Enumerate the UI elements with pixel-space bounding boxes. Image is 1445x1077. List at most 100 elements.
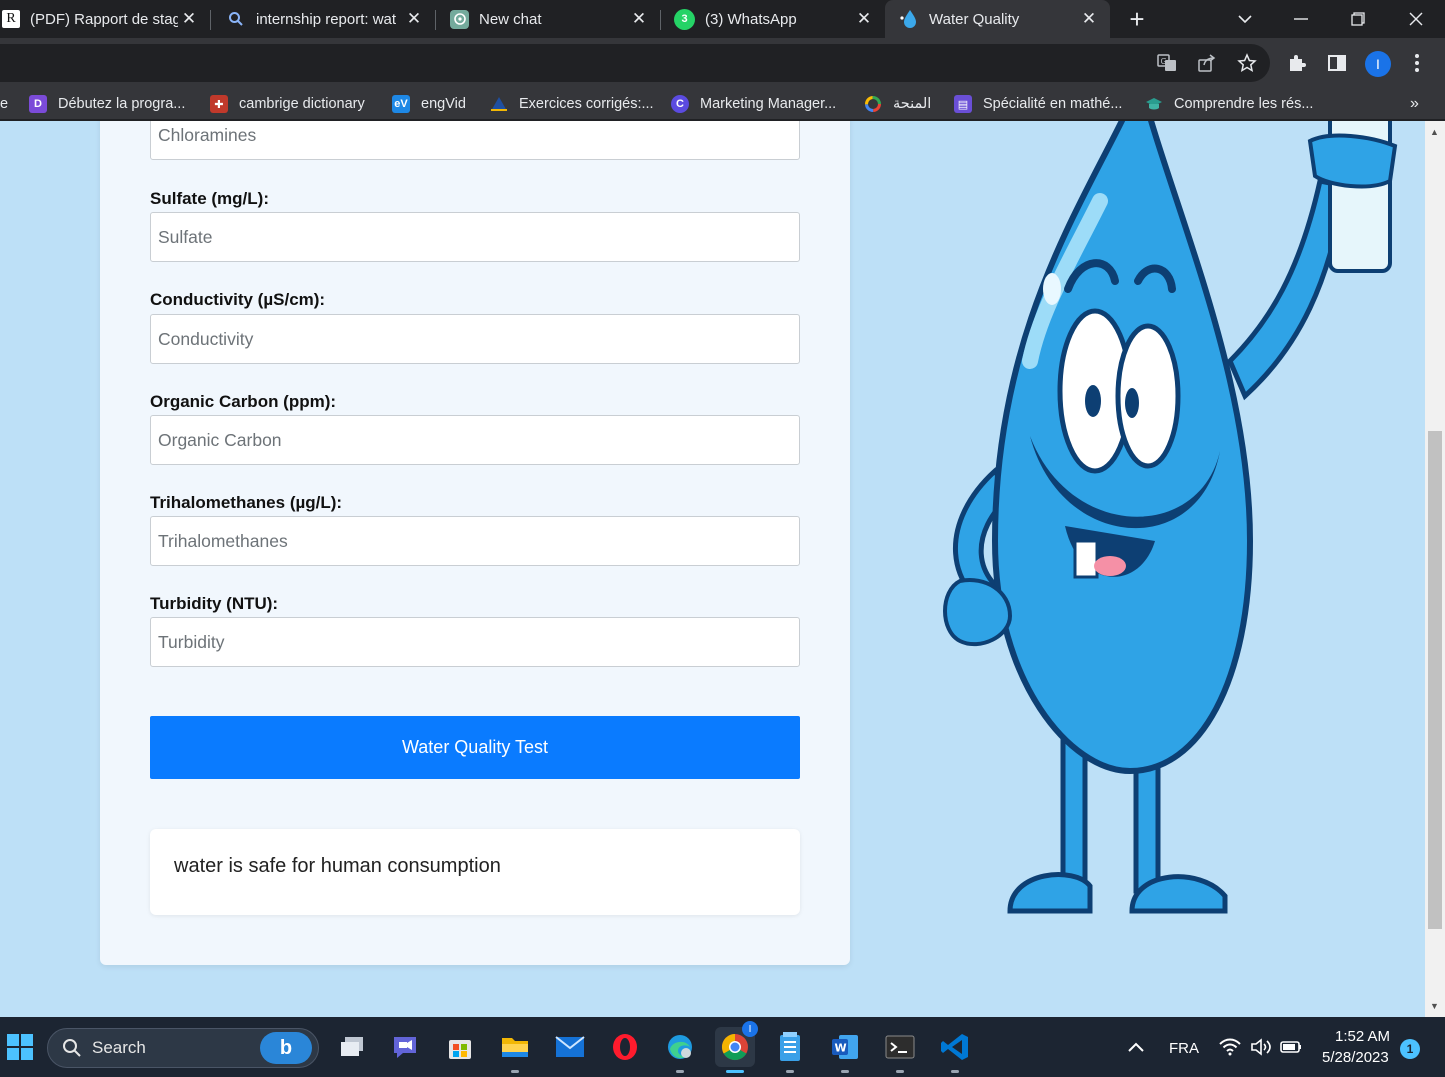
bookmark-label: Spécialité en mathé...	[983, 96, 1123, 112]
microsoft-store-icon[interactable]	[440, 1027, 480, 1067]
extensions-puzzle-icon[interactable]	[1285, 51, 1309, 75]
bookmark-star-icon[interactable]	[1235, 51, 1259, 75]
tab-internship-search[interactable]: internship report: wat ✕	[212, 0, 436, 38]
openclassrooms-icon: D	[29, 95, 47, 113]
web-page: Sulfate (mg/L): Conductivity (µS/cm): Or…	[0, 121, 1425, 1017]
tab-title: internship report: wat	[256, 10, 397, 28]
bookmark-item[interactable]: ✚ cambrige dictionary	[210, 94, 365, 114]
close-tab-icon[interactable]: ✕	[1078, 9, 1100, 29]
kebab-menu-icon[interactable]	[1405, 51, 1429, 75]
bing-icon[interactable]: b	[260, 1032, 312, 1064]
running-indicator	[896, 1070, 904, 1073]
water-quality-test-button[interactable]: Water Quality Test	[150, 716, 800, 779]
scrollbar-thumb[interactable]	[1428, 431, 1442, 929]
file-explorer-icon[interactable]	[495, 1027, 535, 1067]
bookmark-item[interactable]: Exercices corrigés:...	[490, 94, 654, 114]
stack-icon: ▤	[954, 95, 972, 113]
restore-button[interactable]	[1330, 0, 1386, 38]
close-tab-icon[interactable]: ✕	[178, 9, 200, 29]
running-indicator	[676, 1070, 684, 1073]
close-tab-icon[interactable]: ✕	[403, 9, 425, 29]
edge-icon[interactable]	[660, 1027, 700, 1067]
bookmark-label: e	[0, 96, 9, 112]
bookmark-item[interactable]: ▤ Spécialité en mathé...	[954, 94, 1122, 114]
bookmark-item[interactable]: المنحة	[864, 94, 931, 114]
tab-water-quality[interactable]: Water Quality ✕	[885, 0, 1110, 38]
turbidity-input[interactable]	[150, 617, 800, 667]
sulfate-label: Sulfate (mg/L):	[150, 189, 269, 208]
bookmark-label: Marketing Manager...	[700, 96, 837, 112]
translate-icon[interactable]: G	[1155, 51, 1179, 75]
chloramines-input[interactable]	[150, 121, 800, 160]
profile-avatar[interactable]: I	[1365, 51, 1391, 77]
svg-text:G: G	[1161, 57, 1167, 66]
bookmark-label: Comprendre les rés...	[1174, 96, 1314, 112]
notification-badge[interactable]: 1	[1400, 1039, 1420, 1059]
trihalomethanes-label: Trihalomethanes (µg/L):	[150, 493, 343, 512]
bookmark-item[interactable]: eV engVid	[392, 94, 466, 114]
bookmark-item[interactable]: Comprendre les rés...	[1145, 94, 1313, 114]
bookmark-item[interactable]: D Débutez la progra...	[29, 94, 185, 114]
new-tab-button[interactable]: +	[1122, 4, 1152, 34]
side-panel-icon[interactable]	[1325, 51, 1349, 75]
notepad-icon[interactable]	[770, 1027, 810, 1067]
trihalomethanes-input[interactable]	[150, 516, 800, 566]
share-icon[interactable]	[1195, 51, 1219, 75]
clock-time[interactable]: 1:52 AM	[1335, 1028, 1390, 1045]
tab-pdf-rapport[interactable]: R (PDF) Rapport de stag ✕	[0, 0, 211, 38]
search-icon	[63, 1039, 81, 1057]
opera-icon[interactable]	[605, 1027, 645, 1067]
scroll-down-icon[interactable]: ▼	[1430, 1001, 1439, 1011]
address-bar[interactable]	[0, 44, 1270, 82]
running-indicator	[511, 1070, 519, 1073]
conductivity-label: Conductivity (µS/cm):	[150, 290, 326, 309]
graduation-cap-icon	[1145, 95, 1163, 113]
vscode-icon[interactable]	[935, 1027, 975, 1067]
teams-chat-icon[interactable]	[385, 1027, 425, 1067]
terminal-icon[interactable]	[880, 1027, 920, 1067]
task-view-icon[interactable]	[332, 1027, 372, 1067]
page-scrollbar[interactable]: ▲ ▼	[1425, 121, 1445, 1017]
form-card: Sulfate (mg/L): Conductivity (µS/cm): Or…	[100, 121, 850, 965]
tray-overflow-chevron-icon[interactable]	[1116, 1027, 1156, 1067]
battery-icon[interactable]	[1273, 1027, 1309, 1067]
scroll-up-icon[interactable]: ▲	[1430, 127, 1439, 137]
bookmark-item[interactable]: e	[0, 94, 8, 114]
minimize-button[interactable]	[1273, 0, 1329, 38]
close-tab-icon[interactable]: ✕	[628, 9, 650, 29]
bookmarks-bar: e D Débutez la progra... ✚ cambrige dict…	[0, 88, 1445, 120]
search-icon	[226, 9, 246, 29]
organic-carbon-label: Organic Carbon (ppm):	[150, 392, 337, 411]
tab-search-chevron-icon[interactable]	[1217, 0, 1273, 38]
bookmarks-overflow-button[interactable]: »	[1410, 94, 1419, 114]
clock-date[interactable]: 5/28/2023	[1322, 1049, 1389, 1066]
result-message: water is safe for human consumption	[150, 829, 800, 915]
word-icon[interactable]: W	[825, 1027, 865, 1067]
close-window-button[interactable]	[1388, 0, 1444, 38]
conductivity-input[interactable]	[150, 314, 800, 364]
tab-title: (PDF) Rapport de stag	[30, 10, 178, 28]
taskbar-search[interactable]: Search b	[47, 1028, 319, 1068]
tab-title: (3) WhatsApp	[705, 10, 797, 28]
search-placeholder: Search	[92, 1038, 146, 1057]
language-indicator[interactable]: FRA	[1169, 1040, 1199, 1057]
tab-whatsapp[interactable]: 3 (3) WhatsApp ✕	[662, 0, 885, 38]
browser-toolbar: G	[0, 38, 1445, 88]
running-indicator	[951, 1070, 959, 1073]
tab-strip: R (PDF) Rapport de stag ✕ internship rep…	[0, 0, 1445, 38]
organic-carbon-input[interactable]	[150, 415, 800, 465]
running-indicator	[786, 1070, 794, 1073]
bookmark-item[interactable]: C Marketing Manager...	[671, 94, 836, 114]
bookmark-label: cambrige dictionary	[239, 96, 365, 112]
windows-start-icon[interactable]	[0, 1027, 40, 1067]
sulfate-input[interactable]	[150, 212, 800, 262]
mail-icon[interactable]	[550, 1027, 590, 1067]
researchgate-icon: R	[2, 10, 20, 28]
windows-taskbar: Search b I W FRA 1:52 AM 5/28/2023 1	[0, 1017, 1445, 1077]
chrome-icon[interactable]: I	[715, 1021, 758, 1067]
google-ring-icon	[864, 95, 882, 113]
whatsapp-icon: 3	[674, 8, 695, 30]
tab-new-chat[interactable]: New chat ✕	[437, 0, 661, 38]
close-tab-icon[interactable]: ✕	[853, 9, 875, 29]
water-drop-icon	[899, 9, 919, 29]
